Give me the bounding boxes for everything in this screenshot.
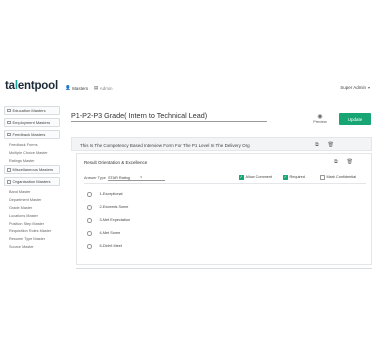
allow-comment-checkbox[interactable]: ✓ Allow Comment <box>239 175 272 180</box>
required-label: Required <box>289 175 305 180</box>
form-description-bar: This Is The Competency Based Interview F… <box>71 137 372 151</box>
sidebar-group[interactable]: Organisation Masters <box>4 177 60 187</box>
answer-type-label: Answer Type <box>84 175 106 180</box>
sidebar-group-label: Feedback Masters <box>12 132 46 137</box>
description-tools: ⧉ 🗑 <box>315 142 334 148</box>
sidebar-item[interactable]: Multiple Choice Master <box>9 150 60 158</box>
sidebar-item[interactable]: Source Master <box>9 244 60 252</box>
sidebar-group-label: Miscellaneous Masters <box>12 167 54 173</box>
sidebar-item[interactable]: Locations Master <box>9 213 60 221</box>
radio-button[interactable] <box>87 205 92 210</box>
form-description[interactable]: This Is The Competency Based Interview F… <box>80 143 250 148</box>
sidebar: Education Masters Employment Masters Feedb… <box>4 106 60 352</box>
expand-icon <box>7 132 11 137</box>
expand-icon <box>7 180 11 184</box>
option-label: 4-Met Some <box>99 231 121 236</box>
radio-button[interactable] <box>87 244 92 249</box>
sidebar-item[interactable]: Grade Master <box>9 205 60 213</box>
sidebar-item[interactable]: Requisition Roles Master <box>9 228 60 236</box>
sidebar-item[interactable]: Ratings Master <box>9 158 60 166</box>
expand-icon <box>7 108 11 113</box>
option-label: 3-Met Expectation <box>99 218 131 223</box>
question-title[interactable]: Result Orientation & Excellence <box>84 160 147 165</box>
chevron-down-icon: ∨ <box>140 175 143 180</box>
person-icon: 👤 <box>65 85 71 90</box>
sidebar-item[interactable]: Position Step Master <box>9 221 60 229</box>
talentpool-logo[interactable]: talentpool <box>5 80 58 92</box>
option-label: 1-Exceptional <box>99 192 123 197</box>
allow-comment-label: Allow Comment <box>245 175 273 180</box>
check-icon: ✓ <box>283 175 288 180</box>
title-underline <box>71 121 267 122</box>
nav-masters-label: Masters <box>72 85 89 91</box>
delete-icon[interactable]: 🗑 <box>347 159 353 165</box>
sidebar-group-label: Education Masters <box>12 108 46 113</box>
nav-masters[interactable]: 👤 Masters <box>65 85 88 91</box>
sidebar-group[interactable]: Miscellaneous Masters <box>4 165 60 175</box>
user-menu[interactable]: Super Admin ▾ <box>340 85 370 90</box>
mark-confidential-label: Mark Confidential <box>326 175 357 180</box>
chevron-down-icon: ▾ <box>367 85 370 90</box>
option-row[interactable]: 1-Exceptional <box>87 192 123 197</box>
nav-admin-label: Admin <box>99 85 113 91</box>
mark-confidential-checkbox[interactable]: Mark Confidential <box>320 175 356 180</box>
question-tools: ⧉ 🗑 <box>334 159 353 165</box>
sidebar-sublist: Band Master Department Master Grade Master… <box>9 189 60 251</box>
sidebar-item[interactable]: Resume Type Master <box>9 236 60 244</box>
sidebar-item[interactable]: Band Master <box>9 189 60 197</box>
update-button[interactable]: Update <box>339 113 371 125</box>
option-row[interactable]: 4-Met Some <box>87 231 120 236</box>
preview-label: Preview <box>313 120 327 124</box>
preview-button[interactable]: ◉ Preview <box>312 114 328 124</box>
radio-button[interactable] <box>87 231 92 236</box>
sidebar-group[interactable]: Feedback Masters <box>4 130 60 139</box>
expand-icon <box>7 168 11 172</box>
user-name: Super Admin <box>340 85 366 90</box>
top-bar: talentpool 👤 Masters ▤ Admin Super Admin… <box>0 78 384 100</box>
required-checkbox[interactable]: ✓ Required <box>283 175 305 180</box>
copy-icon[interactable]: ⧉ <box>334 159 338 165</box>
form-title[interactable]: P1-P2-P3 Grade( Intern to Technical Lead… <box>71 111 207 120</box>
nav-admin[interactable]: ▤ Admin <box>94 85 113 91</box>
answer-type-value: STAR Rating <box>108 175 130 180</box>
option-row[interactable]: 2-Exceeds Some <box>87 205 128 210</box>
checkbox-empty <box>320 175 325 180</box>
sidebar-item[interactable]: Department Master <box>9 197 60 205</box>
admin-icon: ▤ <box>94 85 99 90</box>
expand-icon <box>7 120 11 125</box>
radio-button[interactable] <box>87 218 92 223</box>
option-label: 2-Exceeds Some <box>99 205 129 210</box>
radio-button[interactable] <box>87 192 92 197</box>
answer-type-select[interactable]: STAR Rating ∨ <box>108 174 165 181</box>
sidebar-sublist: Feedback Forms Multiple Choice Master Rati… <box>9 142 60 165</box>
answer-settings-row: Answer Type STAR Rating ∨ ✓ Allow Commen… <box>84 174 372 182</box>
sidebar-item[interactable]: Feedback Forms <box>9 142 60 150</box>
copy-icon[interactable]: ⧉ <box>315 142 319 148</box>
bottom-divider <box>76 268 372 269</box>
delete-icon[interactable]: 🗑 <box>328 142 334 148</box>
sidebar-group[interactable]: Education Masters <box>4 106 60 115</box>
check-icon: ✓ <box>239 175 244 180</box>
sidebar-group-label: Organisation Masters <box>12 179 51 185</box>
option-row[interactable]: 5-Didn't Meet <box>87 244 122 249</box>
question-card: Result Orientation & Excellence ⧉ 🗑 Answ… <box>76 153 372 265</box>
option-row[interactable]: 3-Met Expectation <box>87 218 130 223</box>
card-divider <box>84 183 366 184</box>
sidebar-group[interactable]: Employment Masters <box>4 118 60 127</box>
sidebar-group-label: Employment Masters <box>12 120 51 125</box>
option-label: 5-Didn't Meet <box>99 244 122 249</box>
